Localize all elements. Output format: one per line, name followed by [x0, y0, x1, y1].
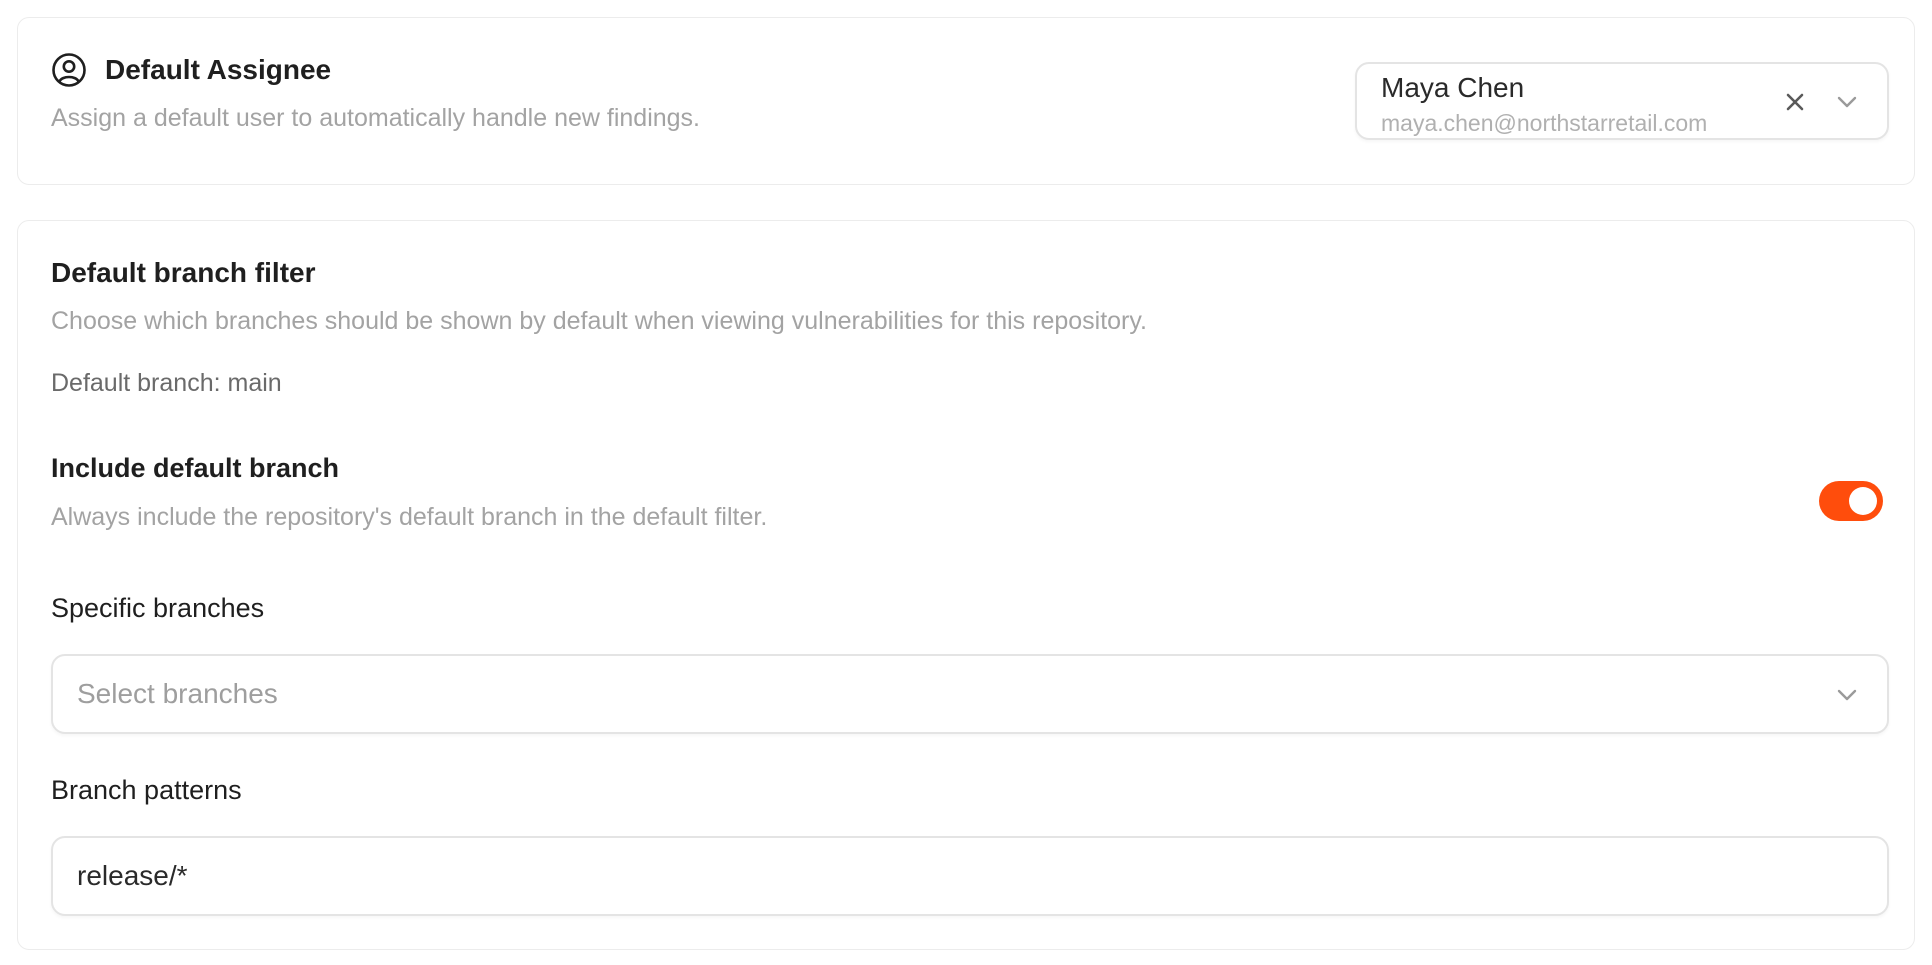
- assignee-name: Maya Chen: [1381, 72, 1525, 103]
- include-default-branch-title: Include default branch: [51, 453, 340, 483]
- default-branch-text: Default branch: main: [51, 369, 282, 397]
- specific-branches-placeholder: Select branches: [77, 678, 278, 709]
- specific-branches-select[interactable]: Select branches: [51, 654, 1889, 734]
- branch-patterns-value: release/*: [77, 860, 188, 891]
- branch-patterns-input[interactable]: release/*: [51, 836, 1889, 916]
- close-icon[interactable]: [1781, 88, 1809, 116]
- default-assignee-description: Assign a default user to automatically h…: [51, 104, 700, 132]
- default-assignee-title: Default Assignee: [105, 54, 332, 85]
- assignee-select[interactable]: Maya Chen maya.chen@northstarretail.com: [1355, 62, 1889, 140]
- assignee-email: maya.chen@northstarretail.com: [1381, 110, 1708, 136]
- default-branch-filter-card: Default branch filter Choose which branc…: [17, 220, 1915, 950]
- branch-filter-title: Default branch filter: [51, 257, 316, 288]
- default-assignee-card: Default Assignee Assign a default user t…: [17, 17, 1915, 185]
- chevron-down-icon[interactable]: [1833, 88, 1861, 116]
- default-assignee-header: Default Assignee: [51, 52, 331, 88]
- branch-patterns-label: Branch patterns: [51, 775, 242, 805]
- toggle-knob: [1849, 487, 1877, 515]
- user-circle-icon: [52, 53, 86, 87]
- specific-branches-label: Specific branches: [51, 593, 265, 623]
- include-default-branch-toggle[interactable]: [1819, 481, 1883, 521]
- include-default-branch-description: Always include the repository's default …: [51, 503, 768, 531]
- branch-filter-description: Choose which branches should be shown by…: [51, 307, 1147, 335]
- chevron-down-icon[interactable]: [1833, 681, 1861, 709]
